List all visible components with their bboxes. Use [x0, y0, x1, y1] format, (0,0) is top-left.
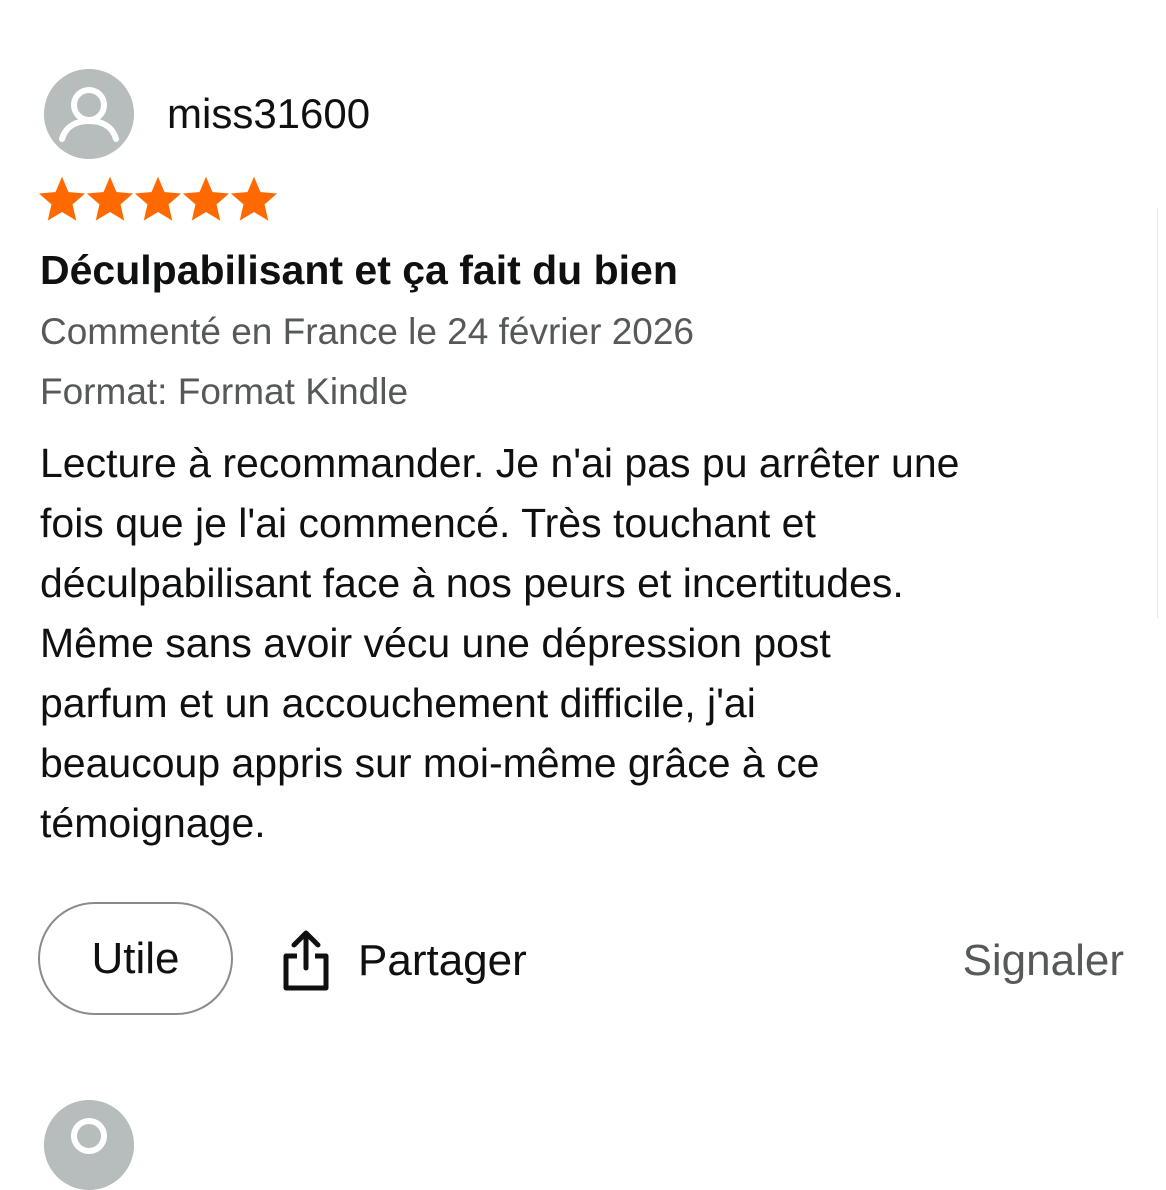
review-title: Déculpabilisant et ça fait du bien	[40, 247, 678, 293]
default-user-icon	[44, 69, 134, 159]
avatar	[44, 69, 134, 159]
review-body-line: Lecture à recommander. Je n'ai pas pu ar…	[40, 440, 960, 486]
review-body-line: déculpabilisant face à nos peurs et ince…	[40, 560, 904, 606]
review-body-line: fois que je l'ai commencé. Très touchant…	[40, 500, 816, 546]
scroll-track	[1157, 208, 1166, 618]
review-body-line: beaucoup appris sur moi-même grâce à ce	[40, 740, 820, 786]
report-link[interactable]: Signaler	[963, 935, 1124, 987]
review-body: Lecture à recommander. Je n'ai pas pu ar…	[40, 433, 1130, 853]
next-review-avatar	[44, 1100, 134, 1190]
reviewer-name[interactable]: miss31600	[167, 88, 370, 140]
review-date: Commenté en France le 24 février 2026	[40, 311, 695, 352]
share-button[interactable]: Partager	[280, 928, 527, 994]
review-body-line: parfum et un accouchement difficile, j'a…	[40, 680, 756, 726]
star-icon	[182, 176, 230, 221]
star-icon	[230, 176, 278, 221]
default-user-icon	[44, 1100, 134, 1190]
review-format: Format: Format Kindle	[40, 371, 409, 412]
review-body-line: Même sans avoir vécu une dépression post	[40, 620, 831, 666]
share-icon	[283, 930, 329, 991]
review-body-line: témoignage.	[40, 800, 266, 846]
star-icon	[134, 176, 182, 221]
star-icon	[86, 176, 134, 221]
star-icon	[38, 176, 86, 221]
share-label: Partager	[358, 936, 527, 985]
useful-button[interactable]: Utile	[38, 902, 233, 1015]
star-rating	[38, 176, 278, 224]
